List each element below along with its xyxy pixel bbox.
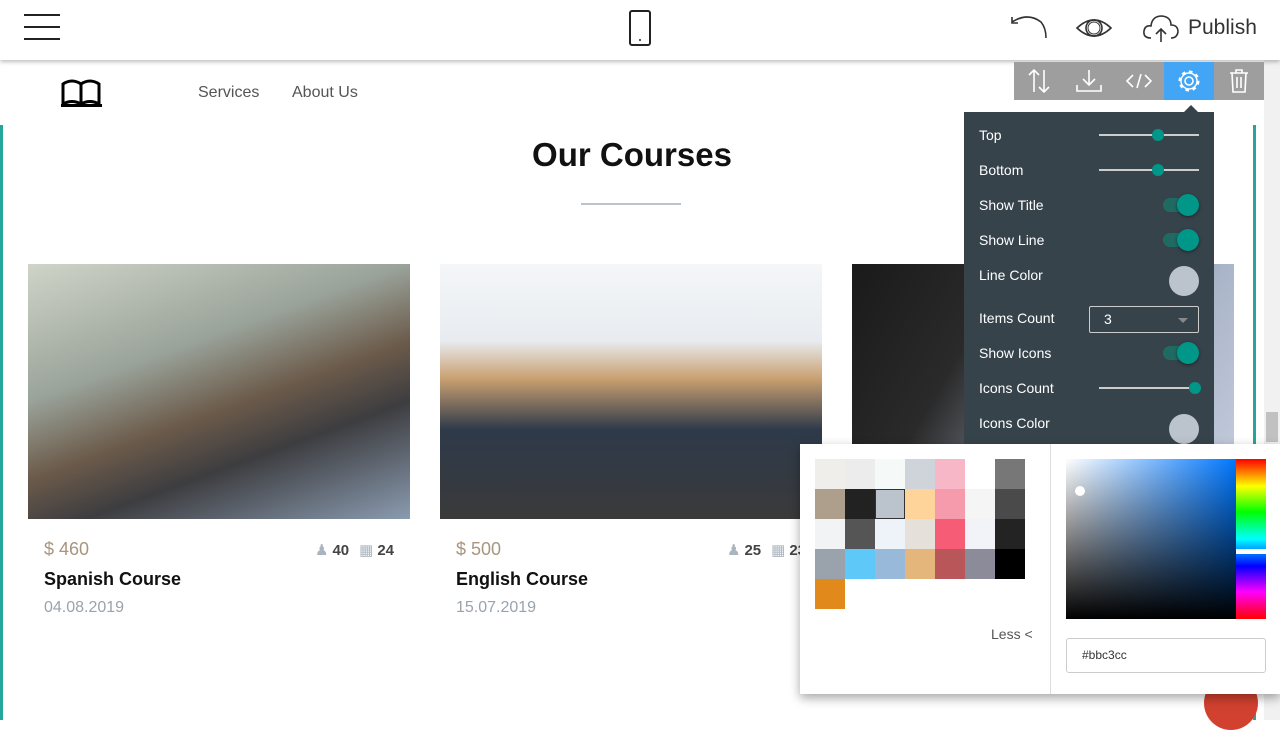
top-slider[interactable] bbox=[1099, 129, 1199, 141]
color-swatch[interactable] bbox=[875, 489, 905, 519]
less-colors-button[interactable]: Less < bbox=[991, 626, 1033, 642]
open-book-icon[interactable] bbox=[61, 78, 102, 108]
hue-slider[interactable] bbox=[1236, 459, 1266, 619]
line-color-label: Line Color bbox=[979, 267, 1043, 283]
color-swatch[interactable] bbox=[815, 549, 845, 579]
color-swatch[interactable] bbox=[935, 489, 965, 519]
course-name[interactable]: English Course bbox=[456, 569, 588, 590]
students-count: 40 bbox=[332, 542, 350, 559]
undo-icon[interactable] bbox=[1008, 12, 1048, 42]
move-button[interactable] bbox=[1014, 62, 1064, 100]
color-swatch[interactable] bbox=[875, 459, 905, 489]
scrollbar-thumb[interactable] bbox=[1266, 412, 1278, 442]
color-swatch[interactable] bbox=[875, 519, 905, 549]
title-divider-line bbox=[581, 203, 681, 205]
show-icons-toggle[interactable] bbox=[1163, 342, 1199, 364]
picker-divider bbox=[1050, 444, 1051, 694]
color-swatch[interactable] bbox=[935, 549, 965, 579]
students-count: 25 bbox=[744, 542, 762, 559]
show-title-toggle[interactable] bbox=[1163, 194, 1199, 216]
hue-handle[interactable] bbox=[1236, 549, 1266, 554]
color-swatch[interactable] bbox=[815, 489, 845, 519]
color-swatch[interactable] bbox=[995, 549, 1025, 579]
eye-icon[interactable] bbox=[1075, 12, 1115, 42]
sv-handle[interactable] bbox=[1075, 486, 1085, 496]
block-toolbar bbox=[1014, 62, 1264, 100]
saturation-value-area[interactable] bbox=[1066, 459, 1236, 619]
color-swatch[interactable] bbox=[905, 519, 935, 549]
color-swatch[interactable] bbox=[905, 489, 935, 519]
user-icon: ♟ bbox=[314, 542, 329, 559]
settings-button[interactable] bbox=[1164, 62, 1214, 100]
course-name[interactable]: Spanish Course bbox=[44, 569, 181, 590]
editor-topbar: Publish bbox=[0, 0, 1280, 60]
delete-button[interactable] bbox=[1214, 62, 1264, 100]
color-swatch[interactable] bbox=[905, 459, 935, 489]
nav-link-services[interactable]: Services bbox=[198, 84, 259, 102]
nav-link-about-us[interactable]: About Us bbox=[292, 84, 358, 102]
cloud-upload-icon bbox=[1143, 15, 1179, 42]
mobile-phone-icon[interactable] bbox=[629, 10, 651, 46]
block-settings-panel: Top Bottom Show Title Show Line Line Col… bbox=[964, 105, 1214, 452]
icons-color-swatch[interactable] bbox=[1169, 414, 1199, 444]
color-swatch[interactable] bbox=[845, 459, 875, 489]
download-icon bbox=[1076, 70, 1102, 92]
course-price: $ 460 bbox=[44, 539, 90, 559]
publish-button[interactable]: Publish bbox=[1142, 12, 1257, 44]
calendar-icon: ▦ bbox=[359, 542, 374, 559]
publish-label: Publish bbox=[1188, 16, 1257, 39]
user-icon: ♟ bbox=[726, 542, 741, 559]
color-swatch[interactable] bbox=[965, 459, 995, 489]
color-swatch[interactable] bbox=[935, 519, 965, 549]
code-button[interactable] bbox=[1114, 62, 1164, 100]
color-swatch[interactable] bbox=[815, 519, 845, 549]
color-swatch[interactable] bbox=[935, 459, 965, 489]
days-count: 24 bbox=[377, 542, 394, 559]
icons-color-label: Icons Color bbox=[979, 415, 1050, 431]
line-color-swatch[interactable] bbox=[1169, 266, 1199, 296]
move-icon bbox=[1028, 68, 1050, 94]
color-swatch[interactable] bbox=[965, 519, 995, 549]
color-swatch[interactable] bbox=[845, 489, 875, 519]
show-line-toggle[interactable] bbox=[1163, 229, 1199, 251]
bottom-slider[interactable] bbox=[1099, 164, 1199, 176]
hamburger-menu-icon[interactable] bbox=[24, 14, 60, 40]
color-swatch[interactable] bbox=[965, 489, 995, 519]
block-border-left bbox=[0, 125, 3, 720]
color-swatch[interactable] bbox=[815, 579, 845, 609]
course-date: 15.07.2019 bbox=[456, 599, 537, 616]
color-swatch[interactable] bbox=[905, 549, 935, 579]
hex-input[interactable]: #bbc3cc bbox=[1066, 638, 1266, 673]
icons-count-slider[interactable] bbox=[1099, 382, 1201, 394]
calendar-icon: ▦ bbox=[771, 542, 786, 559]
course-date: 04.08.2019 bbox=[44, 599, 125, 616]
color-swatch[interactable] bbox=[815, 459, 845, 489]
color-swatch[interactable] bbox=[875, 549, 905, 579]
color-swatch[interactable] bbox=[845, 549, 875, 579]
code-icon bbox=[1125, 73, 1153, 89]
course-price: $ 500 bbox=[456, 539, 502, 559]
color-swatch[interactable] bbox=[995, 459, 1025, 489]
trash-icon bbox=[1230, 69, 1248, 93]
color-swatch[interactable] bbox=[845, 519, 875, 549]
color-swatch[interactable] bbox=[995, 489, 1025, 519]
color-picker-popup: Less < #bbc3cc bbox=[800, 444, 1280, 694]
color-swatch[interactable] bbox=[965, 549, 995, 579]
color-swatch[interactable] bbox=[995, 519, 1025, 549]
gear-icon bbox=[1178, 70, 1200, 92]
download-button[interactable] bbox=[1064, 62, 1114, 100]
items-count-select[interactable]: 3 bbox=[1089, 306, 1199, 333]
color-palette bbox=[815, 459, 1025, 609]
